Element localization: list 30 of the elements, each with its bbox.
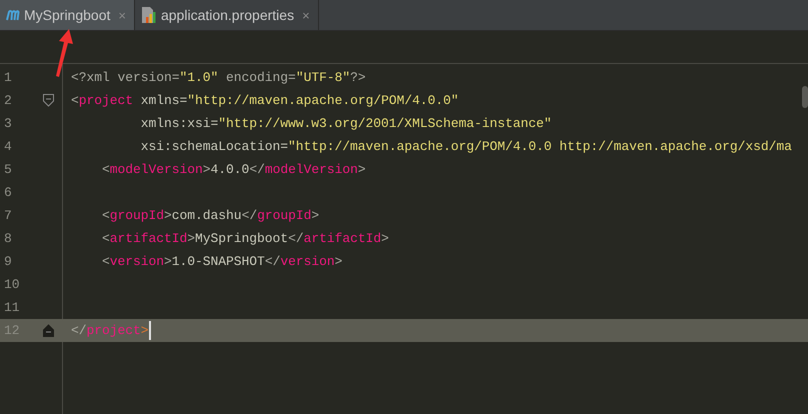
line-number: 3	[3, 116, 13, 131]
fold-icon[interactable]	[43, 94, 54, 107]
line-number: 10	[3, 277, 21, 292]
line-number: 4	[3, 139, 13, 154]
line-number: 1	[3, 70, 13, 85]
editor-tab[interactable]: MySpringboot ×	[0, 0, 135, 30]
maven-m-icon	[6, 9, 20, 21]
code-line: <project xmlns="http://maven.apache.org/POM/4.0.0"	[71, 93, 459, 108]
line-number: 7	[3, 208, 13, 223]
fold-icon[interactable]	[43, 324, 54, 337]
line-number: 6	[3, 185, 13, 200]
tab-label: application.properties	[160, 7, 294, 23]
close-icon[interactable]: ×	[302, 8, 310, 22]
tab-label: MySpringboot	[24, 7, 110, 23]
line-number: 11	[3, 300, 21, 315]
code-line: </project>	[71, 323, 149, 338]
line-number: 5	[3, 162, 13, 177]
line-number: 8	[3, 231, 13, 246]
code-line: <version>1.0-SNAPSHOT</version>	[101, 254, 342, 269]
properties-file-icon	[140, 6, 157, 24]
code-line: <groupId>com.dashu</groupId>	[101, 208, 320, 223]
code-line: xmlns:xsi="http://www.w3.org/2001/XMLSchema-instance"	[140, 116, 552, 131]
line-number: 9	[3, 254, 13, 269]
line-number: 2	[3, 93, 13, 108]
scrollbar-thumb[interactable]	[802, 86, 808, 108]
code-line: <artifactId>MySpringboot</artifactId>	[101, 231, 389, 246]
text-caret	[148, 321, 151, 340]
code-line: xsi:schemaLocation="http://maven.apache.org/POM/4.0.0 http://maven.apache.org/xsd/ma	[140, 139, 792, 154]
code-line: <modelVersion>4.0.0</modelVersion>	[101, 162, 366, 177]
code-line: <?xml version="1.0" encoding="UTF-8"?>	[71, 70, 366, 85]
